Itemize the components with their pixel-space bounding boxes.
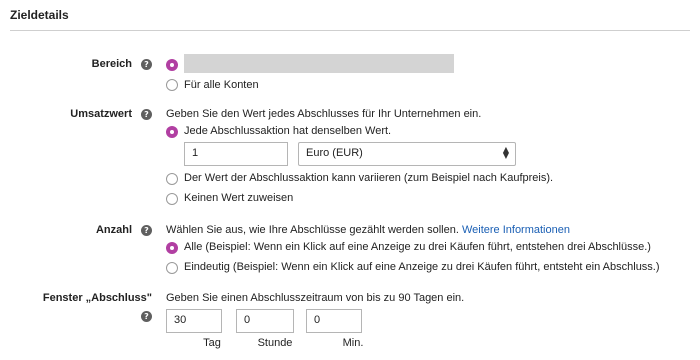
- fenster-label: Fenster „Abschluss": [42, 292, 152, 304]
- radio-value-vary-label: Der Wert der Abschlussaktion kann variie…: [184, 172, 554, 184]
- radio-count-all[interactable]: [166, 242, 178, 254]
- umsatzwert-description: Geben Sie den Wert jedes Abschlusses für…: [166, 108, 482, 120]
- days-unit-label: Tag: [203, 337, 221, 349]
- help-icon[interactable]: ?: [141, 59, 152, 70]
- anzahl-label: Anzahl: [95, 224, 132, 236]
- minutes-unit-label: Min.: [342, 337, 364, 349]
- anzahl-description: Wählen Sie aus, wie Ihre Abschlüsse gezä…: [166, 224, 459, 236]
- radio-value-none-label: Keinen Wert zuweisen: [184, 192, 294, 204]
- radio-count-all-label: Alle (Beispiel: Wenn ein Klick auf eine …: [184, 241, 651, 253]
- help-icon[interactable]: ?: [141, 225, 152, 236]
- radio-value-none[interactable]: [166, 193, 178, 205]
- radio-value-vary[interactable]: [166, 173, 178, 185]
- help-icon[interactable]: ?: [141, 311, 152, 322]
- radio-value-same-label: Jede Abschlussaktion hat denselben Wert.: [184, 125, 392, 137]
- radio-bereich-all-label: Für alle Konten: [184, 79, 259, 91]
- radio-bereich-account[interactable]: [166, 59, 178, 71]
- anzahl-description-row: Wählen Sie aus, wie Ihre Abschlüsse gezä…: [166, 224, 570, 236]
- help-icon[interactable]: ?: [141, 109, 152, 120]
- hours-input[interactable]: 0: [236, 309, 294, 333]
- section-title: Zieldetails: [10, 8, 69, 22]
- minutes-input[interactable]: 0: [306, 309, 362, 333]
- radio-count-unique[interactable]: [166, 262, 178, 274]
- value-input[interactable]: 1: [184, 142, 288, 166]
- days-input[interactable]: 30: [166, 309, 222, 333]
- radio-bereich-all[interactable]: [166, 79, 178, 91]
- fenster-description: Geben Sie einen Abschlusszeitraum von bi…: [166, 292, 465, 304]
- bereich-label: Bereich: [91, 58, 132, 70]
- account-name-redacted: [184, 54, 454, 73]
- learn-more-link[interactable]: Weitere Informationen: [462, 224, 570, 236]
- chevron-updown-icon: ▲ ▼: [502, 145, 509, 160]
- umsatzwert-label: Umsatzwert: [70, 108, 132, 120]
- radio-value-same[interactable]: [166, 126, 178, 138]
- radio-count-unique-label: Eindeutig (Beispiel: Wenn ein Klick auf …: [184, 261, 660, 273]
- currency-select[interactable]: Euro (EUR) ▲ ▼: [298, 142, 516, 166]
- currency-select-value: Euro (EUR): [306, 147, 363, 159]
- section-divider: [10, 30, 690, 31]
- hours-unit-label: Stunde: [257, 337, 293, 349]
